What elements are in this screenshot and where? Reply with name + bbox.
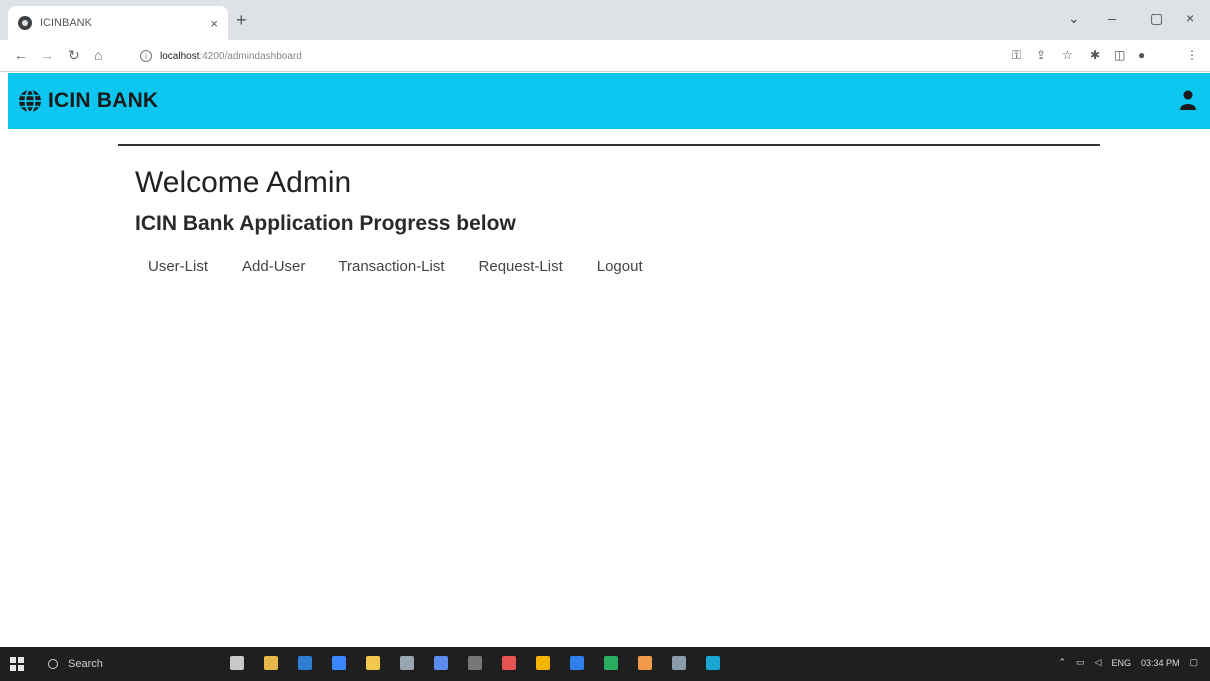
globe-icon (19, 89, 41, 113)
home-icon[interactable]: ⌂ (94, 47, 102, 63)
taskbar-search-placeholder: Search (68, 658, 103, 670)
minimize-button[interactable]: – (1108, 10, 1116, 26)
app-icon[interactable] (672, 656, 686, 670)
back-arrow-icon[interactable]: ← (14, 47, 28, 63)
language-indicator[interactable]: ENG (1111, 658, 1131, 668)
brand-name: ICIN BANK (48, 89, 159, 112)
file-explorer-icon[interactable] (264, 656, 278, 670)
share-icon[interactable]: ⇪ (1036, 48, 1046, 62)
start-windows-icon[interactable] (10, 657, 24, 671)
app-icon[interactable] (298, 656, 312, 670)
browser-menu-icon[interactable]: ⋮ (1186, 48, 1198, 62)
user-icon[interactable] (1180, 90, 1196, 110)
tab-title: ICINBANK (40, 17, 92, 29)
extensions-puzzle-icon[interactable]: ✱ (1090, 48, 1100, 62)
app-icon[interactable] (502, 656, 516, 670)
tab-search-chevron-icon[interactable]: ⌄ (1068, 10, 1080, 27)
search-icon (48, 659, 58, 669)
tab-close-icon[interactable]: × (210, 16, 218, 31)
site-info-icon[interactable]: i (140, 50, 152, 62)
tray-up-arrow-icon[interactable]: ⌃ (1058, 657, 1066, 668)
divider (118, 144, 1100, 146)
page-title: Welcome Admin (135, 166, 352, 199)
reload-icon[interactable]: ↻ (68, 47, 80, 63)
vscode-icon[interactable] (570, 656, 584, 670)
menu-request-list[interactable]: Request-List (479, 258, 563, 275)
app-icon[interactable] (366, 656, 380, 670)
app-icon[interactable] (604, 656, 618, 670)
forward-arrow-icon[interactable]: → (40, 47, 54, 63)
menu-user-list[interactable]: User-List (148, 258, 208, 275)
app-navbar: ICIN BANK (8, 73, 1210, 129)
speaker-icon[interactable]: ◁ (1095, 657, 1102, 668)
system-tray: ⌃ ▭ ◁ ENG 03:34 PM ▢ (1048, 657, 1198, 668)
angular-favicon-icon (18, 16, 32, 30)
task-view-icon[interactable] (230, 656, 244, 670)
key-icon[interactable]: ⚿ (1012, 48, 1021, 63)
app-icon[interactable] (400, 656, 414, 670)
edge-icon[interactable] (706, 656, 720, 670)
clock[interactable]: 03:34 PM (1141, 658, 1180, 668)
address-bar: ← → ↻ ⌂ i localhost:4200/admindashboard … (0, 40, 1210, 72)
admin-menu: User-List Add-User Transaction-List Requ… (148, 258, 677, 275)
url-path: :4200/admindashboard (199, 50, 302, 62)
menu-add-user[interactable]: Add-User (242, 258, 305, 275)
notifications-icon[interactable]: ▢ (1189, 657, 1198, 668)
taskbar-search[interactable]: Search (36, 651, 206, 677)
browser-tab[interactable]: ICINBANK × (8, 6, 228, 40)
menu-logout[interactable]: Logout (597, 258, 643, 275)
app-icon[interactable] (332, 656, 346, 670)
profile-avatar-icon[interactable]: ● (1138, 48, 1145, 62)
bookmark-star-icon[interactable]: ☆ (1062, 48, 1073, 62)
url-host: localhost (160, 50, 200, 62)
close-window-button[interactable]: × (1186, 10, 1194, 26)
page-subtitle: ICIN Bank Application Progress below (135, 212, 516, 235)
windows-taskbar: Search ⌃ ▭ ◁ ENG 03:34 PM ▢ (0, 647, 1210, 681)
app-icon[interactable] (434, 656, 448, 670)
battery-icon[interactable]: ▭ (1076, 657, 1085, 668)
url-field[interactable]: i localhost:4200/admindashboard (140, 46, 1000, 66)
side-panel-icon[interactable]: ◫ (1114, 48, 1125, 62)
new-tab-button[interactable]: + (236, 10, 247, 30)
app-icon[interactable] (468, 656, 482, 670)
taskbar-apps (230, 656, 740, 670)
menu-transaction-list[interactable]: Transaction-List (338, 258, 444, 275)
brand-link[interactable]: ICIN BANK (18, 89, 158, 113)
chrome-icon[interactable] (536, 656, 550, 670)
app-icon[interactable] (638, 656, 652, 670)
restore-button[interactable]: ▢ (1150, 10, 1163, 27)
browser-tabstrip: ICINBANK × + ⌄ – ▢ × (0, 0, 1210, 40)
